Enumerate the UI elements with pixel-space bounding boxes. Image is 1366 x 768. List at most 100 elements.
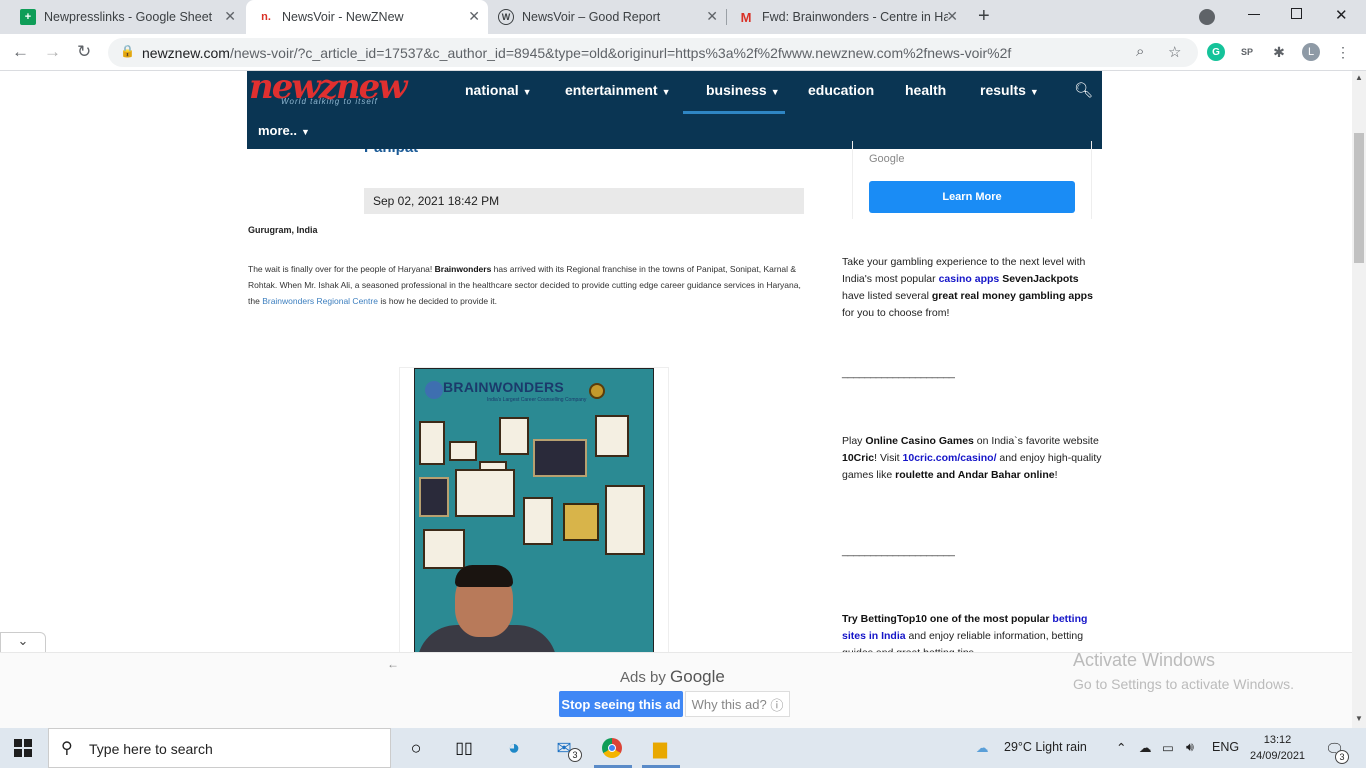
article-image: BRAINWONDERS India's Largest Career Coun…	[414, 368, 654, 652]
chevron-down-icon: ▼	[522, 87, 532, 97]
new-tab-button[interactable]: +	[978, 5, 990, 28]
collapse-ad-tab[interactable]: ⌄	[0, 632, 46, 652]
weather-icon[interactable]: ☁	[976, 740, 989, 755]
wordpress-icon: W	[498, 9, 514, 25]
sidebar-ad: Google Learn More	[852, 141, 1092, 219]
nav-national[interactable]: national ▼	[465, 82, 532, 98]
minimize-icon[interactable]	[1248, 14, 1260, 15]
notification-badge: 3	[1335, 750, 1349, 764]
ads-by-google: Ads by Google	[620, 667, 725, 686]
certificate-frame	[449, 441, 477, 461]
url-path: /news-voir/?c_article_id=17537&c_author_…	[229, 45, 1012, 61]
profile-avatar[interactable]: L	[1302, 43, 1320, 61]
nav-health[interactable]: health	[905, 82, 946, 98]
certificate-frame	[605, 485, 645, 555]
cortana-icon[interactable]: ○	[404, 736, 428, 760]
ad-provider-label: Google	[869, 153, 905, 165]
volume-icon[interactable]: 🔊︎	[1186, 740, 1194, 755]
tab-good-report[interactable]: W NewsVoir – Good Report ✕	[486, 0, 726, 34]
windows-start-icon[interactable]	[14, 739, 32, 757]
sidebar-divider: ____________________	[842, 367, 955, 379]
why-this-ad-button[interactable]: Why this ad? ⓘ	[685, 691, 790, 717]
forward-icon[interactable]: →	[44, 42, 61, 62]
certificate-frame	[419, 421, 445, 465]
onedrive-icon[interactable]: ☁	[1139, 740, 1152, 755]
close-icon[interactable]: ✕	[468, 8, 480, 25]
chrome-icon[interactable]	[600, 736, 624, 760]
browser-menu-icon[interactable]: ⋮	[1334, 43, 1352, 61]
bookmark-star-icon[interactable]: ☆	[1168, 43, 1181, 61]
file-explorer-icon[interactable]: ▆	[648, 736, 672, 760]
scrollbar-thumb[interactable]	[1354, 133, 1364, 263]
chevron-down-icon: ▼	[1029, 87, 1039, 97]
close-icon[interactable]: ✕	[946, 8, 958, 25]
image-logo-sub: India's Largest Career Counselling Compa…	[487, 397, 587, 403]
chevron-down-icon: ⌄	[17, 633, 29, 648]
nav-entertainment[interactable]: entertainment ▼	[565, 82, 671, 98]
close-icon[interactable]: ✕	[706, 8, 718, 25]
certificate-frame	[455, 469, 515, 517]
gmail-icon: M	[740, 9, 752, 25]
network-icon[interactable]: ▭	[1162, 740, 1174, 755]
task-view-icon[interactable]: ▯▯	[452, 736, 476, 760]
newznew-icon: n.	[261, 11, 271, 23]
certificate-frame	[419, 477, 449, 517]
grammarly-icon[interactable]: G	[1207, 43, 1225, 61]
restore-icon[interactable]	[1291, 8, 1302, 19]
sidebar-divider: ____________________	[842, 545, 955, 557]
extensions-puzzle-icon[interactable]: ✱	[1270, 43, 1288, 61]
url-field[interactable]: 🔒 newznew.com/news-voir/?c_article_id=17…	[108, 38, 1198, 67]
person-hair	[455, 565, 513, 587]
taskbar-clock[interactable]: 13:12 24/09/2021	[1250, 732, 1305, 764]
certificate-frame	[499, 417, 529, 455]
back-arrow-icon[interactable]: ←	[387, 657, 399, 671]
tab-gmail[interactable]: M Fwd: Brainwonders - Centre in Ha ✕	[726, 0, 966, 34]
sidebar-block-casino-apps: Take your gambling experience to the nex…	[842, 256, 1093, 319]
tab-google-sheets[interactable]: + Newpresslinks - Google Sheets ✕	[8, 0, 244, 34]
logo-tagline: World talking to itself	[281, 97, 378, 106]
taskbar-search-input[interactable]: ⚲ Type here to search	[48, 728, 391, 768]
window-close-icon[interactable]: ✕	[1335, 6, 1348, 24]
chevron-down-icon: ▼	[301, 127, 310, 137]
search-icon[interactable]: 🔍︎	[1074, 81, 1093, 99]
nav-business[interactable]: business ▼	[706, 82, 780, 98]
brainwonders-link[interactable]: Brainwonders Regional Centre	[262, 296, 378, 306]
10cric-link[interactable]: 10cric.com/casino/	[903, 452, 997, 464]
learn-more-button[interactable]: Learn More	[869, 181, 1075, 213]
zoom-icon[interactable]: ⌕	[1136, 43, 1144, 60]
stop-seeing-ad-button[interactable]: Stop seeing this ad	[559, 691, 683, 717]
tab-search-icon[interactable]	[1199, 9, 1215, 25]
page-viewport: Panipat newznew World talking to itself …	[0, 71, 1352, 652]
nav-more[interactable]: more.. ▼	[258, 123, 310, 138]
lock-icon: 🔒	[120, 44, 135, 58]
page-scrollbar[interactable]: ▲ ▼	[1352, 71, 1366, 728]
reload-icon[interactable]: ↻	[77, 42, 91, 62]
edge-icon[interactable]: ◕	[502, 736, 526, 760]
image-logo: BRAINWONDERS	[443, 379, 565, 395]
search-icon: ⚲	[61, 740, 73, 757]
info-icon: ⓘ	[770, 697, 784, 713]
certificate-frame	[523, 497, 553, 545]
casino-apps-link[interactable]: casino apps	[939, 273, 1000, 285]
sidebar-block-10cric: Play Online Casino Games on India`s favo…	[842, 435, 1102, 481]
close-icon[interactable]: ✕	[224, 8, 236, 25]
nav-active-indicator	[683, 111, 785, 114]
scroll-up-icon[interactable]: ▲	[1355, 73, 1363, 82]
nav-education[interactable]: education	[808, 82, 874, 98]
nav-results[interactable]: results ▼	[980, 82, 1039, 98]
windows-taskbar: ⚲ Type here to search ○ ▯▯ ◕ ✉ 3 ▆ ☁ 29°…	[0, 728, 1366, 768]
tab-newznew[interactable]: n. NewsVoir - NewZNew ✕	[246, 0, 488, 34]
article-body: The wait is finally over for the people …	[248, 264, 801, 306]
site-logo[interactable]: newznew World talking to itself	[249, 71, 434, 107]
scroll-down-icon[interactable]: ▼	[1355, 714, 1363, 723]
sp-extension-icon[interactable]: SP	[1238, 43, 1256, 61]
back-icon[interactable]: ←	[12, 42, 29, 62]
browser-tab-bar: + Newpresslinks - Google Sheets ✕ n. New…	[0, 0, 1366, 34]
plaque-frame	[563, 503, 599, 541]
show-hidden-icons[interactable]: ⌃	[1116, 740, 1126, 755]
article-dateline: Gurugram, India	[248, 225, 318, 235]
weather-status[interactable]: 29°C Light rain	[1004, 740, 1087, 754]
language-indicator[interactable]: ENG	[1212, 740, 1239, 754]
certificate-frame	[595, 415, 629, 457]
certificate-frame	[423, 529, 465, 569]
